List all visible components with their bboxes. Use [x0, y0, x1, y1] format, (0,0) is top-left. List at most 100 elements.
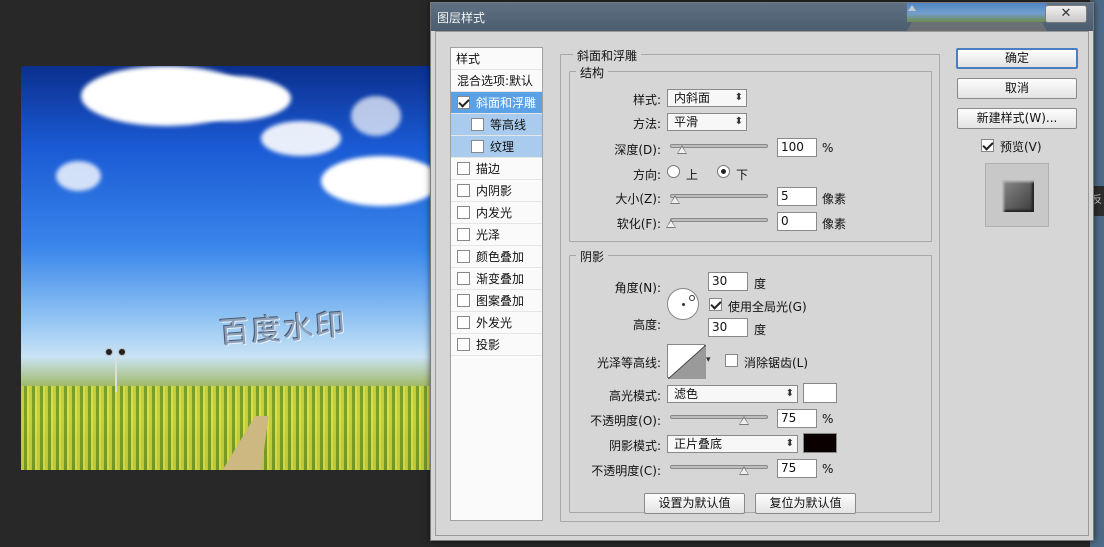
close-button[interactable]: ✕ [1045, 5, 1087, 23]
style-checkbox[interactable] [457, 294, 470, 307]
highlight-opacity-slider-thumb[interactable] [739, 416, 749, 425]
soften-label: 软化(F): [616, 217, 661, 231]
bevel-emboss-group: 斜面和浮雕 结构 样式: 内斜面 方法: 平滑 深度(D): 100 % 方向:… [560, 47, 940, 522]
method-select[interactable]: 平滑 [667, 113, 747, 131]
style-item-label: 外发光 [476, 316, 513, 330]
layer-style-dialog: 图层样式 ✕ 样式 混合选项:默认 斜面和浮雕等高线纹理 描边 内阴影内发光光泽颜色… [430, 2, 1094, 541]
cloud [351, 96, 401, 136]
style-checkbox[interactable] [457, 228, 470, 241]
style-list-item[interactable]: 投影 [451, 334, 542, 356]
style-list-item[interactable]: 斜面和浮雕 [451, 92, 542, 114]
depth-input[interactable]: 100 [777, 138, 817, 157]
style-checkbox[interactable] [457, 184, 470, 197]
highlight-mode-label: 高光模式: [608, 389, 661, 403]
new-style-button[interactable]: 新建样式(W)... [957, 108, 1077, 129]
method-label: 方法: [632, 117, 661, 131]
style-list-item[interactable]: 外发光 [451, 312, 542, 334]
style-list-item[interactable]: 等高线 [451, 114, 542, 136]
shadow-opacity-slider-thumb[interactable] [739, 466, 749, 475]
anti-alias-label[interactable]: 消除锯齿(L) [744, 354, 808, 371]
style-checkbox[interactable] [457, 272, 470, 285]
highlight-opacity-slider[interactable] [670, 415, 768, 425]
anti-alias-checkbox[interactable] [725, 354, 738, 367]
style-select[interactable]: 内斜面 [667, 89, 747, 107]
highlight-opacity-label: 不透明度(O): [590, 414, 661, 428]
dialog-titlebar[interactable]: 图层样式 ✕ [431, 3, 1093, 31]
reset-default-button[interactable]: 复位为默认值 [755, 493, 856, 514]
style-checkbox[interactable] [457, 338, 470, 351]
shading-group: 阴影 角度(N): 30 度 使用全局光(G) 高度: 30 度 光泽等高线: [569, 248, 932, 513]
highlight-color-swatch[interactable] [803, 383, 837, 403]
structure-title: 结构 [576, 64, 609, 81]
style-list-item[interactable]: 颜色叠加 [451, 246, 542, 268]
style-list-item[interactable]: 内发光 [451, 202, 542, 224]
highlight-opacity-input[interactable]: 75 [777, 409, 817, 428]
direction-up-label[interactable]: 上 [686, 166, 698, 183]
soften-slider[interactable] [666, 218, 768, 228]
direction-down-label[interactable]: 下 [736, 166, 748, 183]
angle-input[interactable]: 30 [708, 272, 748, 291]
preview-label[interactable]: 预览(V) [1000, 138, 1042, 155]
depth-slider[interactable] [670, 144, 768, 154]
shadow-opacity-slider[interactable] [670, 465, 768, 475]
depth-label: 深度(D): [614, 143, 661, 157]
ok-button[interactable]: 确定 [956, 48, 1078, 69]
depth-slider-thumb[interactable] [677, 145, 687, 154]
style-checkbox[interactable] [457, 250, 470, 263]
dialog-title: 图层样式 [437, 11, 486, 25]
preview-checkbox[interactable] [981, 139, 994, 152]
style-item-label: 渐变叠加 [476, 272, 525, 286]
soften-slider-thumb[interactable] [666, 219, 676, 228]
size-unit: 像素 [822, 192, 847, 206]
size-label: 大小(Z): [615, 192, 661, 206]
global-light-label[interactable]: 使用全局光(G) [728, 298, 807, 315]
style-checkbox[interactable] [457, 206, 470, 219]
style-checkbox[interactable] [471, 140, 484, 153]
structure-group: 结构 样式: 内斜面 方法: 平滑 深度(D): 100 % 方向: 上 下 大… [569, 64, 932, 242]
cancel-button[interactable]: 取消 [957, 78, 1077, 99]
altitude-label: 高度: [632, 318, 661, 332]
direction-label: 方向: [632, 168, 661, 182]
style-checkbox[interactable] [471, 118, 484, 131]
shadow-opacity-input[interactable]: 75 [777, 459, 817, 478]
style-list-item[interactable]: 内阴影 [451, 180, 542, 202]
shadow-color-swatch[interactable] [803, 433, 837, 453]
style-list-header[interactable]: 样式 [451, 48, 542, 70]
direction-up-radio[interactable] [667, 165, 680, 178]
style-list-item[interactable]: 渐变叠加 [451, 268, 542, 290]
style-list: 样式 混合选项:默认 斜面和浮雕等高线纹理 描边 内阴影内发光光泽颜色叠加渐变叠加图… [450, 47, 543, 521]
size-slider-thumb[interactable] [670, 195, 680, 204]
document-canvas-image: 百度水印 [21, 66, 441, 470]
direction-down-radio[interactable] [717, 165, 730, 178]
blend-options-item[interactable]: 混合选项:默认 [451, 70, 542, 92]
shadow-mode-select[interactable]: 正片叠底 [667, 435, 798, 453]
chevron-down-icon[interactable]: ▾ [706, 355, 711, 365]
style-checkbox[interactable] [457, 162, 470, 175]
style-list-item[interactable]: 图案叠加 [451, 290, 542, 312]
global-light-checkbox[interactable] [709, 298, 722, 311]
gloss-contour-preview[interactable] [667, 344, 706, 379]
highlight-mode-select[interactable]: 滤色 [667, 385, 798, 403]
cloud [261, 121, 341, 156]
style-item-label: 颜色叠加 [476, 250, 525, 264]
style-item-label: 内发光 [476, 206, 513, 220]
angle-dial[interactable] [667, 288, 699, 320]
angle-label: 角度(N): [614, 281, 661, 295]
style-list-item[interactable]: 光泽 [451, 224, 542, 246]
make-default-button[interactable]: 设置为默认值 [644, 493, 745, 514]
style-checkbox[interactable] [457, 96, 470, 109]
style-checkbox[interactable] [457, 316, 470, 329]
style-list-item[interactable]: 纹理 [451, 136, 542, 158]
style-item-label: 等高线 [490, 118, 527, 132]
size-slider[interactable] [670, 194, 768, 204]
street-lamp [105, 348, 129, 392]
size-input[interactable]: 5 [777, 187, 817, 206]
soften-input[interactable]: 0 [777, 212, 817, 231]
altitude-input[interactable]: 30 [708, 318, 748, 337]
shadow-mode-label: 阴影模式: [608, 439, 661, 453]
shadow-opacity-label: 不透明度(C): [591, 464, 661, 478]
highlight-opacity-unit: % [822, 412, 834, 426]
gloss-contour-label: 光泽等高线: [596, 356, 661, 370]
depth-unit: % [822, 141, 834, 155]
style-list-item[interactable]: 描边 [451, 158, 542, 180]
